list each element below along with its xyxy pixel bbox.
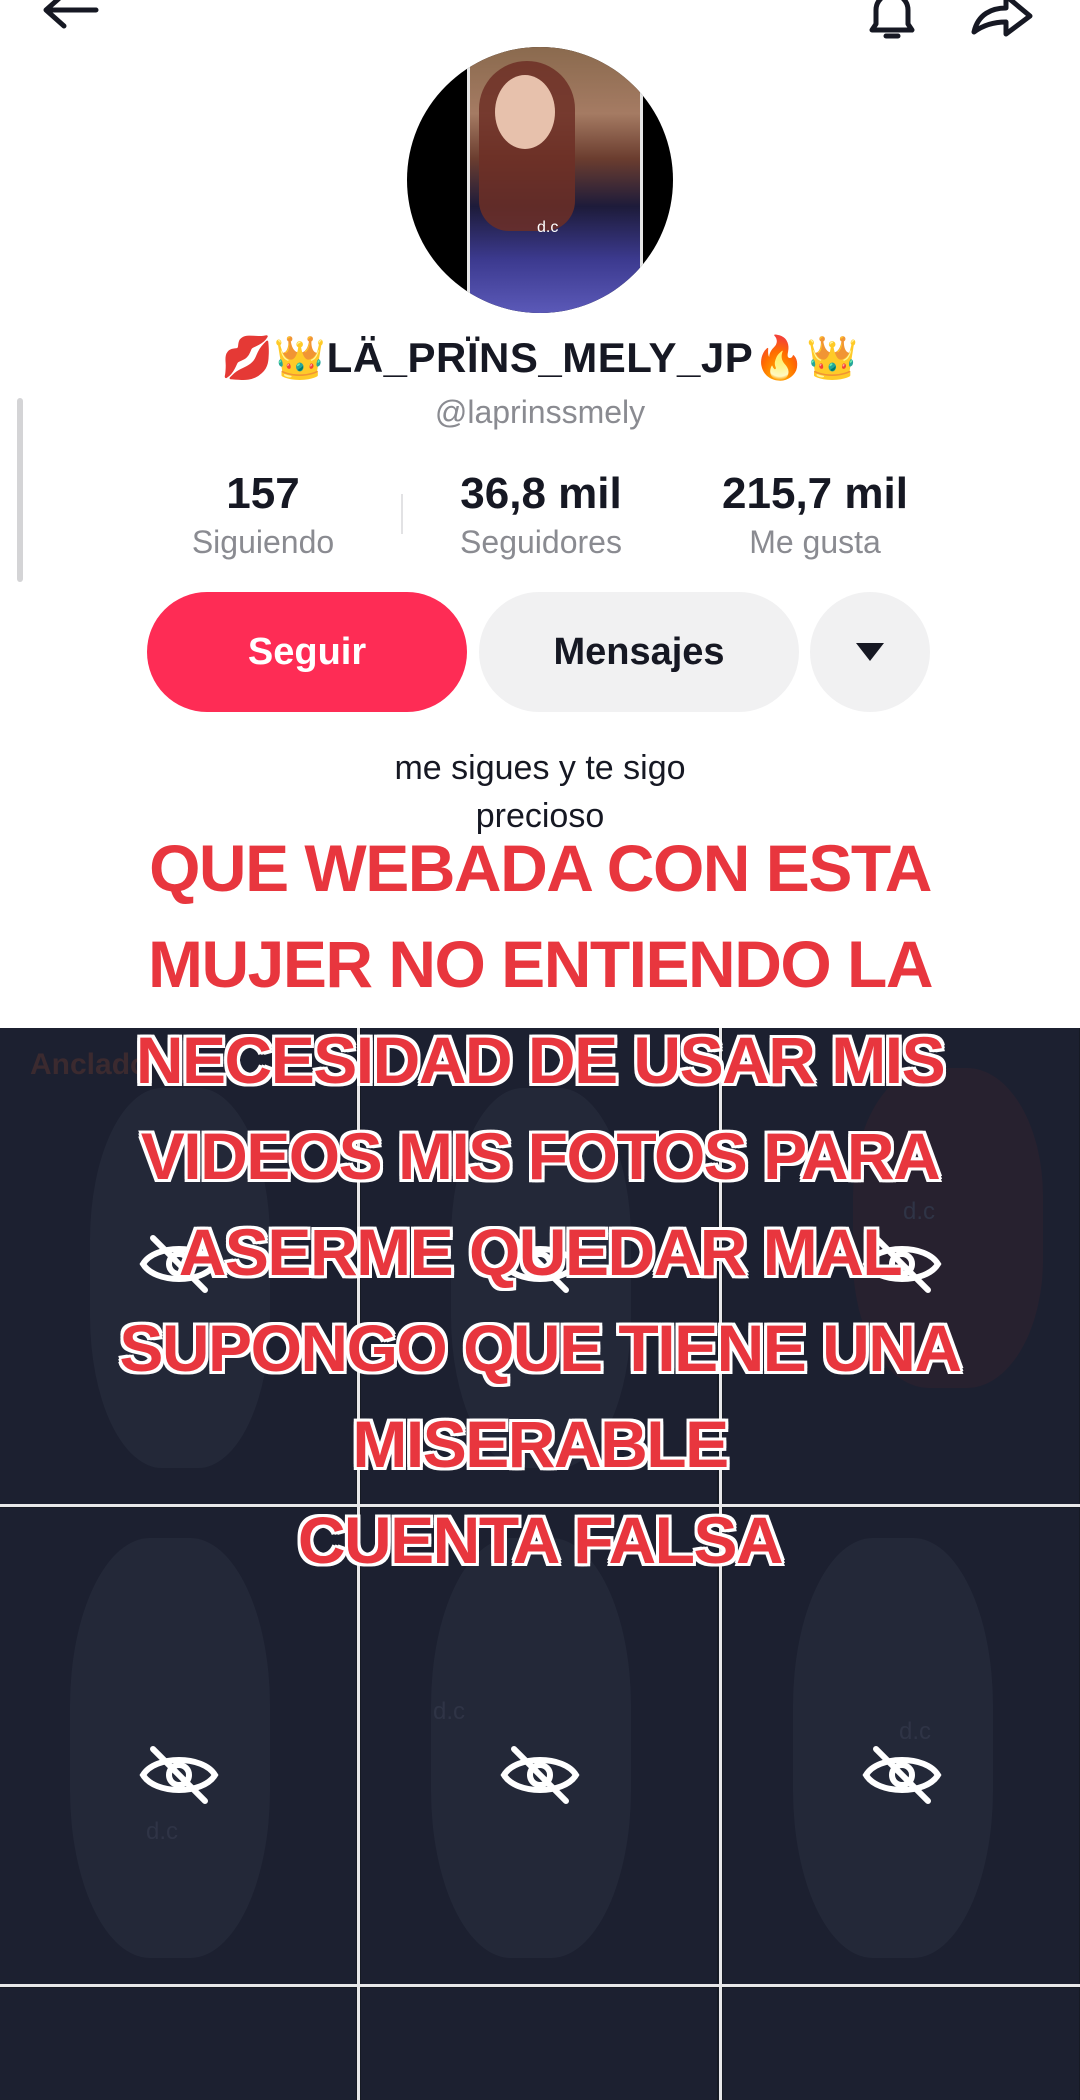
stat-label: Siguiendo — [191, 524, 335, 560]
eye-slash-icon — [862, 1746, 942, 1804]
video-watermark: d.c — [433, 1698, 466, 1725]
username: @laprinssmely — [434, 394, 646, 430]
video-tile[interactable] — [0, 1988, 356, 2100]
caption-line: MISERABLE — [352, 1407, 729, 1481]
display-name: 💋👑LÄ_PRÏNS_MELY_JP🔥👑 — [221, 334, 859, 381]
stat-value: 36,8 mil — [460, 469, 622, 518]
stat-following[interactable]: 157 Siguiendo — [123, 468, 403, 564]
bio-line: me sigues y te sigo — [394, 749, 686, 787]
avatar[interactable]: d.c — [407, 47, 673, 313]
avatar-frame-line — [467, 47, 470, 313]
stat-label: Me gusta — [749, 524, 881, 560]
caption-line: QUE WEBADA CON ESTA — [149, 831, 932, 905]
stat-likes[interactable]: 215,7 mil Me gusta — [675, 468, 955, 564]
eye-slash-icon — [500, 1746, 580, 1804]
share-icon[interactable] — [966, 0, 1036, 44]
video-tile[interactable] — [723, 1988, 1079, 2100]
scroll-indicator — [17, 398, 23, 582]
caption-line: MUJER NO ENTIENDO LA — [147, 927, 934, 1001]
grid-divider — [0, 1984, 1080, 1987]
follow-button[interactable]: Seguir — [147, 592, 467, 712]
avatar-frame-line — [640, 47, 643, 313]
video-tile[interactable] — [361, 1988, 717, 2100]
video-watermark: d.c — [146, 1818, 179, 1845]
bell-icon[interactable] — [864, 0, 920, 44]
caption-line: SUPONGO QUE TIENE UNA — [119, 1311, 962, 1385]
video-watermark: d.c — [899, 1718, 932, 1745]
stat-value: 215,7 mil — [722, 469, 908, 518]
message-button[interactable]: Mensajes — [479, 592, 799, 712]
more-options-button[interactable] — [810, 592, 930, 712]
back-arrow-icon[interactable] — [38, 0, 102, 44]
avatar-watermark: d.c — [537, 219, 559, 236]
caption-line: CUENTA FALSA — [297, 1503, 784, 1577]
stat-followers[interactable]: 36,8 mil Seguidores — [401, 468, 681, 564]
triangle-down-icon — [856, 643, 884, 661]
overlay-caption: QUE WEBADA CON ESTA MUJER NO ENTIENDO LA… — [40, 820, 1040, 1588]
caption-line: VIDEOS MIS FOTOS PARA — [140, 1119, 941, 1193]
caption-line: NECESIDAD DE USAR MIS — [135, 1023, 946, 1097]
stat-value: 157 — [226, 469, 300, 518]
eye-slash-icon — [139, 1746, 219, 1804]
caption-line: ASERME QUEDAR MAL — [178, 1215, 903, 1289]
avatar-face — [495, 75, 555, 149]
stat-label: Seguidores — [460, 524, 622, 560]
